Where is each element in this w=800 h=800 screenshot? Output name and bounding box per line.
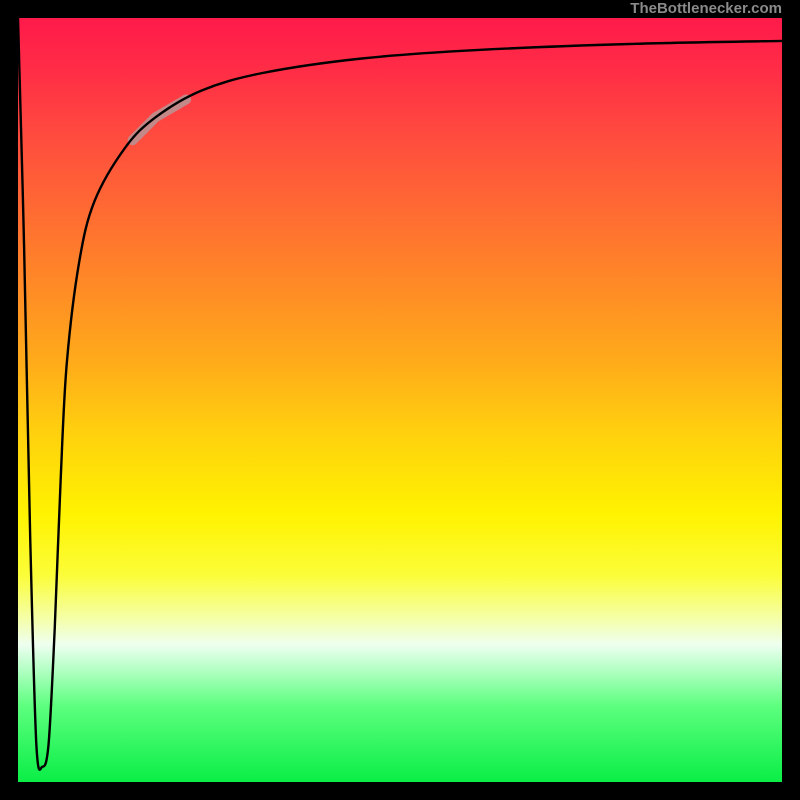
- plot-area: [18, 18, 782, 782]
- curve-highlight: [133, 100, 187, 141]
- chart-canvas: TheBottlenecker.com: [0, 0, 800, 800]
- curve-svg: [18, 18, 782, 782]
- attribution-label: TheBottlenecker.com: [630, 0, 782, 18]
- bottleneck-curve: [18, 18, 782, 770]
